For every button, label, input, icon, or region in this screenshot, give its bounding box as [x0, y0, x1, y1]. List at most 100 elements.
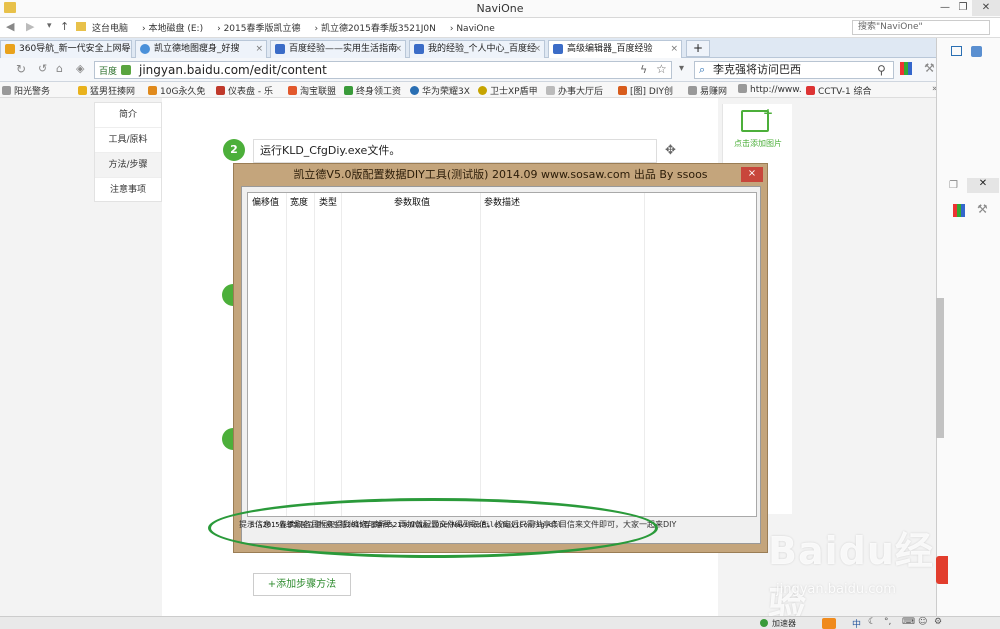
forward-icon[interactable]: ▶ — [26, 20, 34, 33]
bookmark-item[interactable]: 卫士XP盾甲 — [478, 84, 538, 97]
undo-icon[interactable]: ↺ — [38, 62, 47, 75]
search-icon: ⌕ — [699, 63, 706, 76]
column-header-value[interactable]: 参数取值 — [394, 195, 430, 209]
tab-close-icon[interactable]: × — [255, 41, 263, 57]
column-header-offset[interactable]: 偏移值 — [252, 195, 279, 209]
breadcrumb-item[interactable]: 凯立德2015春季版3521J0N — [321, 24, 436, 34]
tab-label: 凯立德地图瘦身_好搜 — [154, 44, 240, 54]
tab-close-icon[interactable]: × — [533, 41, 541, 57]
nav-item-intro[interactable]: 简介 — [95, 103, 161, 128]
restore-button[interactable]: ❐ — [949, 180, 958, 191]
bookmark-item[interactable]: 终身领工资 — [344, 84, 401, 97]
accelerator-icon[interactable] — [760, 619, 768, 627]
browser-tab[interactable]: 360导航_新一代安全上网导 × — [0, 40, 132, 58]
user-icon[interactable]: ☺ — [918, 617, 927, 627]
sidebar-icon[interactable] — [951, 46, 962, 56]
accelerator-label[interactable]: 加速器 — [772, 618, 796, 629]
minimize-button[interactable]: — — [936, 0, 954, 16]
grid-divider — [286, 193, 287, 516]
bookmark-item[interactable]: http://www. — [738, 84, 802, 95]
settings-icon[interactable]: ⚙ — [934, 617, 942, 627]
recent-dropdown-icon[interactable]: ▾ — [47, 21, 52, 31]
home-icon[interactable]: ⌂ — [56, 62, 63, 75]
moon-icon[interactable]: ☾ — [868, 617, 876, 627]
restore-button[interactable]: ❐ — [954, 0, 972, 16]
nav-item-steps[interactable]: 方法/步骤 — [95, 153, 161, 178]
bookmark-item[interactable]: 办事大厅后 — [546, 84, 603, 97]
column-header-description[interactable]: 参数描述 — [484, 195, 520, 209]
bookmark-item[interactable]: 易赚网 — [688, 84, 727, 97]
bookmark-item[interactable]: 10G永久免 — [148, 84, 205, 97]
step-text-input[interactable]: 运行KLD_CfgDiy.exe文件。 — [253, 139, 657, 163]
bookmark-label: CCTV-1 综合 — [818, 87, 872, 97]
browser-tab-active[interactable]: 高级编辑器_百度经验 × — [548, 40, 682, 58]
browser-tab[interactable]: 凯立德地图瘦身_好搜 × — [135, 40, 267, 58]
parameter-grid[interactable]: 偏移值 宽度 类型 参数取值 参数描述 — [247, 192, 757, 517]
breadcrumb-item[interactable]: 这台电脑 — [92, 24, 128, 34]
bookmark-icon — [410, 86, 419, 95]
breadcrumb-item[interactable]: NaviOne — [456, 24, 494, 34]
nav-item-notes[interactable]: 注意事项 — [95, 178, 161, 203]
shield-icon[interactable]: ◈ — [76, 62, 84, 75]
bookmark-item[interactable]: 淘宝联盟 — [288, 84, 336, 97]
wrench-icon[interactable]: ⚒ — [924, 61, 935, 75]
extension-icon[interactable] — [953, 204, 965, 217]
move-handle-icon[interactable]: ✥ — [665, 143, 676, 158]
refresh-icon[interactable]: ↻ — [16, 62, 26, 76]
page-scrollbar[interactable] — [936, 298, 944, 438]
breadcrumb-item[interactable]: 本地磁盘 (E:) — [148, 24, 203, 34]
punctuation-icon[interactable]: °, — [884, 617, 891, 627]
grid-divider — [314, 193, 315, 516]
extension-icon[interactable] — [900, 62, 912, 75]
chevron-down-icon[interactable]: ▾ — [679, 63, 684, 74]
sogou-ime-icon[interactable] — [822, 618, 836, 629]
close-window-button[interactable]: ✕ — [972, 0, 1000, 16]
web-search-input[interactable]: ⌕ 李克强将访问巴西 ⚲ — [694, 61, 894, 79]
dialog-title: 凯立德V5.0版配置数据DIY工具(测试版) 2014.09 www.sosaw… — [293, 168, 708, 181]
new-tab-button[interactable]: + — [686, 40, 710, 57]
star-icon — [78, 86, 87, 95]
bookmark-icon — [216, 86, 225, 95]
bookmark-item[interactable]: [图] DIY创 — [618, 84, 673, 97]
tab-close-icon[interactable]: × — [120, 41, 128, 57]
lightning-icon[interactable]: ϟ — [640, 63, 647, 76]
up-arrow-icon[interactable]: ↑ — [60, 20, 69, 33]
side-badge[interactable] — [936, 556, 948, 584]
tab-favicon-icon — [553, 44, 563, 54]
column-header-width[interactable]: 宽度 — [290, 195, 308, 209]
wrench-icon[interactable]: ⚒ — [977, 202, 988, 216]
explorer-titlebar: NaviOne — ❐ ✕ — [0, 0, 1000, 18]
tab-close-icon[interactable]: × — [670, 41, 678, 57]
breadcrumb-item[interactable]: 2015春季版凯立德 — [224, 24, 301, 34]
bookmark-label: 终身领工资 — [356, 87, 402, 97]
search-submit-icon[interactable]: ⚲ — [877, 62, 886, 78]
tab-close-icon[interactable]: × — [394, 41, 402, 57]
browser-tab[interactable]: 百度经验——实用生活指南 × — [270, 40, 406, 58]
dialog-tip-text: 提示信息：先读取各目框架得到编修与解释，再加载配置文件得到取值，按定后只需共享条… — [239, 520, 677, 529]
bookmark-item[interactable]: 猛男狂揍网 — [78, 84, 135, 97]
browser-tab[interactable]: 我的经验_个人中心_百度经 × — [409, 40, 545, 58]
close-window-button[interactable]: ✕ — [967, 178, 999, 193]
back-icon[interactable]: ◀ — [6, 20, 14, 33]
bookmark-item[interactable]: CCTV-1 综合 — [806, 84, 872, 97]
window-title: NaviOne — [476, 2, 524, 15]
nav-item-tools[interactable]: 工具/原料 — [95, 128, 161, 153]
bookmark-label: 易赚网 — [700, 87, 728, 97]
url-bar[interactable]: 百度 jingyan.baidu.com/edit/content ϟ ☆ — [94, 61, 672, 79]
bookmark-item[interactable]: 仪表盘 - 乐 — [216, 84, 273, 97]
dialog-close-button[interactable]: × — [741, 167, 763, 182]
tab-favicon-icon — [414, 44, 424, 54]
star-icon[interactable]: ☆ — [656, 62, 667, 76]
add-step-button[interactable]: +添加步骤方法 — [253, 573, 351, 596]
bookmark-label: 猛男狂揍网 — [90, 87, 136, 97]
column-header-type[interactable]: 类型 — [319, 195, 337, 209]
url-text[interactable]: jingyan.baidu.com/edit/content — [139, 63, 327, 77]
panel-icon[interactable] — [971, 46, 982, 57]
tab-label: 我的经验_个人中心_百度经 — [428, 44, 537, 54]
explorer-search-input[interactable]: 搜索"NaviOne" — [852, 20, 990, 35]
keyboard-icon[interactable]: ⌨ — [902, 617, 915, 627]
bookmark-item[interactable]: 阳光警务 — [2, 84, 50, 97]
ime-mode-indicator[interactable]: 中 — [852, 617, 861, 629]
bookmark-label: 淘宝联盟 — [300, 87, 337, 97]
bookmark-item[interactable]: 华为荣耀3X — [410, 84, 470, 97]
